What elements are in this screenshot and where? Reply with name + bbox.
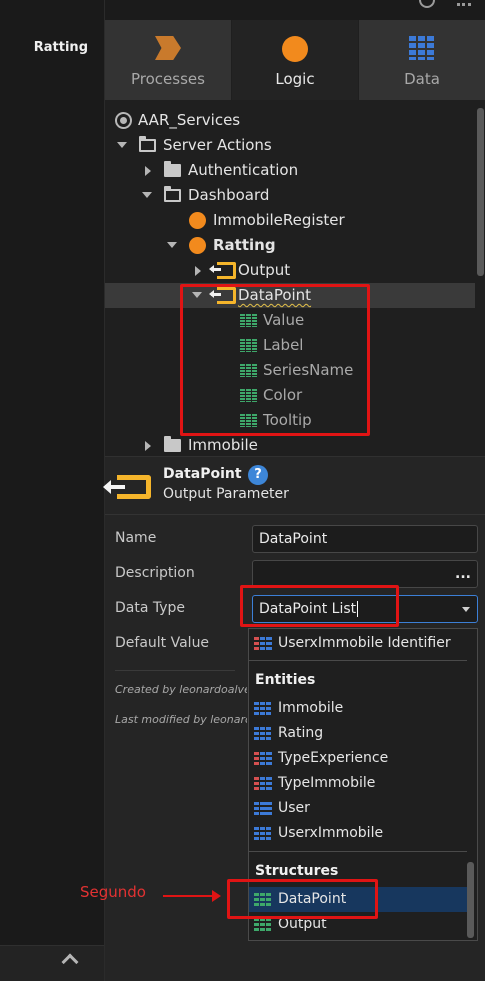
tree-item-label: Ratting — [213, 236, 276, 254]
tree-item-output[interactable]: Output — [105, 258, 475, 283]
server-action-icon — [189, 237, 206, 254]
folder-icon — [164, 161, 181, 177]
caret-right-icon[interactable] — [195, 266, 201, 276]
search-icon[interactable] — [419, 0, 435, 8]
dropdown-item[interactable]: UserxImmobile Identifier — [249, 631, 467, 656]
properties-subtitle: Output Parameter — [163, 486, 289, 502]
tree-item-label: ImmobileRegister — [213, 211, 345, 229]
dropdown-scrollbar[interactable] — [467, 862, 474, 938]
help-icon[interactable]: ? — [248, 465, 268, 485]
caret-down-icon[interactable] — [167, 242, 177, 248]
tree-item-label: Immobile — [188, 436, 258, 454]
tree-item-label: AAR_Services — [138, 111, 241, 129]
module-icon — [115, 112, 132, 129]
name-label: Name — [115, 530, 157, 546]
collapse-bar[interactable] — [0, 945, 104, 981]
tab-processes[interactable]: Processes — [105, 20, 232, 100]
name-field[interactable]: DataPoint — [252, 525, 478, 553]
annotation-box-tree — [180, 284, 370, 436]
more-icon[interactable] — [457, 0, 471, 6]
tree-item-server-actions[interactable]: Server Actions — [105, 133, 475, 158]
folder-open-icon — [164, 186, 181, 202]
static-entity-icon — [254, 752, 272, 765]
tab-label: Data — [404, 70, 440, 88]
dropdown-item[interactable]: Immobile — [249, 696, 467, 721]
divider — [115, 670, 235, 671]
process-icon — [155, 36, 181, 60]
dropdown-item-label: Immobile — [278, 700, 344, 716]
default-value-label: Default Value — [115, 635, 210, 651]
tree-item-root[interactable]: AAR_Services — [105, 108, 475, 133]
dropdown-item[interactable]: TypeImmobile — [249, 771, 467, 796]
tree-scrollbar[interactable] — [477, 108, 484, 276]
entity-icon — [254, 727, 272, 740]
structures-header: Structures — [255, 863, 339, 879]
data-icon — [409, 36, 435, 60]
left-panel: Ratting — [0, 0, 105, 981]
created-by: Created by leonardoalves — [115, 683, 247, 696]
static-entity-icon — [254, 777, 272, 790]
tab-bar: Processes Logic Data — [105, 20, 485, 100]
dropdown-item[interactable]: TypeExperience — [249, 746, 467, 771]
modified-by: Last modified by leonardoalves — [115, 713, 247, 726]
dropdown-item[interactable]: UserxImmobile — [249, 821, 467, 846]
tree-item-immobile[interactable]: Immobile — [105, 433, 475, 458]
dropdown-item-label: TypeExperience — [278, 750, 389, 766]
dropdown-item-label: UserxImmobile — [278, 825, 384, 841]
divider — [105, 514, 485, 515]
tree-item-label: Authentication — [188, 161, 299, 179]
output-parameter-icon — [209, 262, 236, 279]
tree-item-immobile-register[interactable]: ImmobileRegister — [105, 208, 475, 233]
dropdown-item[interactable]: Rating — [249, 721, 467, 746]
dropdown-item-label: User — [278, 800, 310, 816]
annotation-box-structure — [227, 879, 378, 919]
module-title: Ratting — [33, 40, 88, 55]
tree-item-dashboard[interactable]: Dashboard — [105, 183, 475, 208]
tree-item-label: Server Actions — [163, 136, 272, 154]
user-entity-icon — [254, 802, 272, 815]
tab-label: Logic — [275, 70, 315, 88]
dropdown-item-label: Rating — [278, 725, 324, 741]
logic-icon — [282, 36, 308, 62]
annotation-box-datatype — [240, 585, 399, 627]
entity-icon — [254, 827, 272, 840]
server-action-icon — [189, 212, 206, 229]
tree-item-label: Dashboard — [188, 186, 270, 204]
annotation-text: Segundo — [80, 883, 146, 901]
dropdown-item-label: TypeImmobile — [278, 775, 376, 791]
tree-item-authentication[interactable]: Authentication — [105, 158, 475, 183]
caret-right-icon[interactable] — [145, 166, 151, 176]
tab-label: Processes — [131, 70, 205, 88]
chevron-up-icon[interactable] — [61, 953, 79, 971]
dropdown-item-label: UserxImmobile Identifier — [278, 635, 451, 651]
tab-logic[interactable]: Logic — [232, 20, 359, 100]
more-button[interactable]: ... — [455, 561, 471, 587]
properties-title: DataPoint — [163, 466, 242, 482]
output-parameter-icon — [103, 475, 151, 499]
chevron-down-icon[interactable] — [462, 607, 470, 612]
caret-down-icon[interactable] — [117, 142, 127, 148]
entities-header: Entities — [255, 672, 316, 688]
description-field[interactable]: ... — [252, 560, 478, 588]
tab-data[interactable]: Data — [359, 20, 485, 100]
top-toolbar — [105, 0, 485, 20]
structure-icon — [254, 918, 272, 931]
description-label: Description — [115, 565, 195, 581]
identifier-icon — [254, 637, 272, 650]
caret-down-icon[interactable] — [142, 192, 152, 198]
data-type-label: Data Type — [115, 600, 186, 616]
entity-icon — [254, 702, 272, 715]
annotation-arrow — [163, 890, 221, 902]
tree-item-ratting[interactable]: Ratting — [105, 233, 475, 258]
folder-icon — [164, 436, 181, 452]
folder-open-icon — [139, 136, 156, 152]
tree-item-label: Output — [238, 261, 291, 279]
dropdown-item[interactable]: User — [249, 796, 467, 821]
caret-right-icon[interactable] — [145, 441, 151, 451]
divider — [249, 660, 467, 661]
divider — [249, 851, 467, 852]
